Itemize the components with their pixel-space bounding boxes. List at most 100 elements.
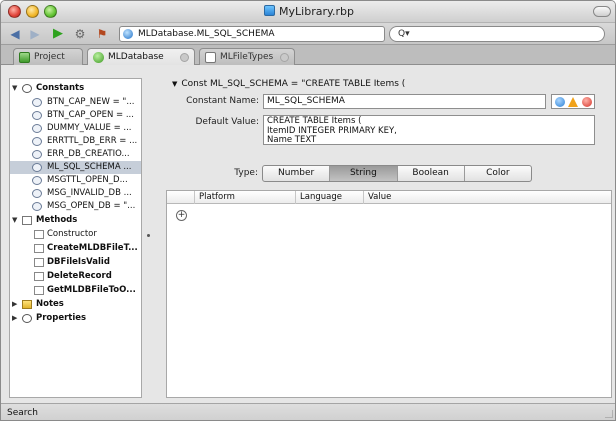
warning-icon[interactable]	[568, 97, 578, 107]
status-bar: Search	[1, 403, 615, 420]
default-value-field[interactable]: CREATE TABLE Items ( ItemID INTEGER PRIM…	[263, 115, 595, 145]
disclosure-closed-icon[interactable]: ▶	[12, 298, 17, 311]
project-icon	[19, 52, 30, 63]
group-label: Constants	[36, 83, 85, 93]
constant-item[interactable]: MSG_OPEN_DB = "...	[10, 200, 141, 213]
tab-mldatabase[interactable]: MLDatabase	[87, 48, 195, 65]
disclosure-closed-icon[interactable]: ▶	[12, 312, 17, 325]
column-header-platform[interactable]: Platform	[195, 191, 296, 204]
run-icon[interactable]: ▶	[51, 27, 65, 41]
method-icon	[34, 286, 44, 295]
disclosure-open-icon[interactable]: ▼	[12, 214, 17, 227]
tab-project[interactable]: Project	[13, 48, 83, 65]
constant-item[interactable]: MSGTTL_OPEN_D...	[10, 174, 141, 187]
group-label: Properties	[36, 313, 87, 323]
search-placeholder: Q▾	[398, 29, 410, 39]
constant-label: MSG_OPEN_DB = "...	[47, 201, 136, 211]
resize-grip-icon[interactable]	[605, 410, 613, 418]
content-area: ▼ Constants BTN_CAP_NEW = "... BTN_CAP_O…	[1, 65, 615, 403]
method-icon	[34, 258, 44, 267]
table-header: Platform Language Value	[167, 191, 611, 204]
back-arrow-icon[interactable]: ◀	[8, 27, 22, 41]
method-icon	[34, 230, 44, 239]
method-item[interactable]: DeleteRecord	[10, 270, 141, 283]
constant-label: ERR_DB_CREATIO...	[47, 149, 130, 159]
column-header-value[interactable]: Value	[364, 191, 611, 204]
constant-icon	[32, 137, 42, 146]
constant-label: BTN_CAP_OPEN = ...	[47, 110, 134, 120]
method-item[interactable]: GetMLDBFileToO...	[10, 284, 141, 297]
type-number-button[interactable]: Number	[263, 166, 331, 181]
header-spacer	[167, 191, 195, 204]
class-icon	[93, 52, 104, 63]
disclosure-open-icon[interactable]: ▼	[12, 82, 17, 95]
method-icon	[34, 272, 44, 281]
method-label: Constructor	[47, 229, 97, 239]
constant-item[interactable]: MSG_INVALID_DB ...	[10, 187, 141, 200]
method-item[interactable]: DBFileIsValid	[10, 256, 141, 269]
notes-group-icon	[22, 300, 32, 309]
constant-icon	[32, 189, 42, 198]
error-icon[interactable]	[582, 97, 592, 107]
build-icon[interactable]: ⚑	[95, 27, 109, 41]
info-icon[interactable]	[555, 97, 565, 107]
constant-icon	[32, 150, 42, 159]
constant-item[interactable]: DUMMY_VALUE = ...	[10, 122, 141, 135]
project-item-browser: ▼ Constants BTN_CAP_NEW = "... BTN_CAP_O…	[9, 78, 142, 398]
constant-label: BTN_CAP_NEW = "...	[47, 97, 135, 107]
type-color-button[interactable]: Color	[465, 166, 531, 181]
tab-strip: Project MLDatabase MLFileTypes	[1, 45, 615, 65]
window-title-wrap: MyLibrary.rbp	[1, 5, 615, 18]
title-bar: MyLibrary.rbp	[1, 1, 615, 23]
search-field[interactable]: Q▾	[389, 26, 605, 42]
constant-item[interactable]: BTN_CAP_OPEN = ...	[10, 109, 141, 122]
tab-label: MLDatabase	[108, 52, 164, 62]
tab-label: MLFileTypes	[220, 52, 274, 62]
tab-mlfiletypes[interactable]: MLFileTypes	[199, 48, 295, 65]
type-boolean-button[interactable]: Boolean	[398, 166, 465, 181]
constant-label: MSG_INVALID_DB ...	[47, 188, 132, 198]
heading-text: Const ML_SQL_SCHEMA = "CREATE TABLE Item…	[181, 79, 406, 89]
method-item[interactable]: Constructor	[10, 228, 141, 241]
disclosure-open-icon[interactable]: ▼	[172, 80, 177, 88]
toolbar: ◀ ▶ ▶ ⚙ ⚑ MLDatabase.ML_SQL_SCHEMA Q▾	[1, 23, 615, 45]
add-row-button[interactable]: +	[176, 210, 187, 221]
method-icon	[34, 244, 44, 253]
close-tab-icon[interactable]	[180, 53, 189, 62]
constant-icon	[32, 111, 42, 120]
type-label: Type:	[234, 168, 258, 178]
location-field[interactable]: MLDatabase.ML_SQL_SCHEMA	[119, 26, 385, 42]
localization-table: Platform Language Value +	[166, 190, 612, 398]
status-indicators	[551, 94, 595, 109]
app-window: MyLibrary.rbp ◀ ▶ ▶ ⚙ ⚑ MLDatabase.ML_SQ…	[0, 0, 616, 421]
constant-name-label: Constant Name:	[186, 96, 259, 106]
close-tab-icon[interactable]	[280, 53, 289, 62]
group-constants[interactable]: ▼ Constants	[10, 82, 141, 95]
constant-name-field[interactable]: ML_SQL_SCHEMA	[263, 94, 546, 109]
toolbar-toggle-button[interactable]	[593, 6, 611, 17]
split-view-handle[interactable]	[147, 234, 150, 237]
constant-icon	[32, 124, 42, 133]
database-icon	[123, 29, 133, 39]
column-header-language[interactable]: Language	[296, 191, 364, 204]
group-notes[interactable]: ▶ Notes	[10, 298, 141, 311]
status-text: Search	[7, 408, 38, 418]
editor-heading: ▼ Const ML_SQL_SCHEMA = "CREATE TABLE Ite…	[172, 78, 405, 90]
window-title: MyLibrary.rbp	[279, 5, 354, 18]
method-item[interactable]: CreateMLDBFileT...	[10, 242, 141, 255]
group-properties[interactable]: ▶ Properties	[10, 312, 141, 325]
properties-group-icon	[22, 314, 32, 323]
constant-item[interactable]: ERR_DB_CREATIO...	[10, 148, 141, 161]
gear-icon[interactable]: ⚙	[73, 27, 87, 41]
constant-item[interactable]: BTN_CAP_NEW = "...	[10, 96, 141, 109]
constant-item-selected[interactable]: ML_SQL_SCHEMA ...	[10, 161, 141, 174]
constant-label: ERRTTL_DB_ERR = ...	[47, 136, 138, 146]
group-label: Methods	[36, 215, 78, 225]
forward-arrow-icon[interactable]: ▶	[28, 27, 42, 41]
type-string-button[interactable]: String	[330, 166, 398, 181]
constant-editor: ▼ Const ML_SQL_SCHEMA = "CREATE TABLE Ite…	[166, 78, 612, 188]
group-methods[interactable]: ▼ Methods	[10, 214, 141, 227]
method-label: GetMLDBFileToO...	[47, 285, 136, 295]
constant-item[interactable]: ERRTTL_DB_ERR = ...	[10, 135, 141, 148]
method-label: CreateMLDBFileT...	[47, 243, 138, 253]
